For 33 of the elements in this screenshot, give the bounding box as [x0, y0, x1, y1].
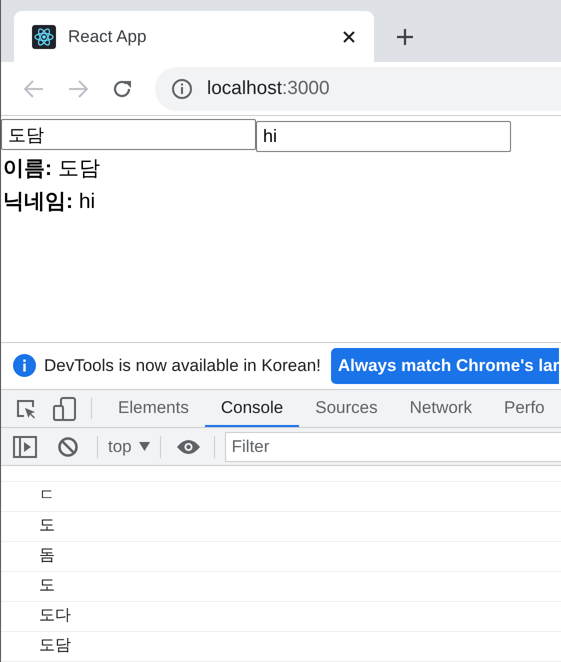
infobar-message: DevTools is now available in Korean!: [44, 355, 321, 378]
eye-icon[interactable]: [176, 438, 201, 455]
devtools-tab[interactable]: Sources: [299, 390, 394, 428]
devtools-tab[interactable]: Perfo: [488, 390, 561, 428]
caret-icon: [138, 442, 150, 452]
console-message: 도: [39, 516, 55, 536]
clear-icon[interactable]: [57, 436, 79, 458]
atom-icon: [32, 24, 56, 49]
plus-icon[interactable]: [396, 28, 414, 46]
console-message: 도담: [39, 636, 71, 656]
console-message: 돔: [39, 546, 55, 566]
url-text: localhost:3000: [207, 76, 330, 100]
sidebar-toggle-icon[interactable]: [13, 436, 37, 458]
address-bar[interactable]: localhost:3000: [155, 66, 561, 111]
devtools-tab[interactable]: Elements: [102, 390, 205, 428]
console-message: 도다: [39, 606, 71, 626]
info-icon: [13, 354, 36, 378]
output-line: 이름: 도담: [2, 156, 100, 182]
context-dropdown[interactable]: top: [108, 434, 150, 460]
device-icon[interactable]: [53, 396, 77, 421]
close-icon[interactable]: [342, 30, 356, 44]
output-line: 닉네임: hi: [2, 189, 96, 216]
text-input[interactable]: 도담: [1, 119, 256, 150]
browser-tab[interactable]: React App: [14, 11, 374, 62]
info-icon: [171, 78, 193, 100]
console-message: 도: [39, 576, 55, 596]
filter-field[interactable]: Filter: [224, 432, 561, 462]
console-message: ㄷ: [39, 486, 55, 506]
language-button[interactable]: Always match Chrome's lar: [330, 348, 560, 384]
text-input[interactable]: hi: [256, 121, 511, 152]
inspect-icon[interactable]: [15, 398, 37, 420]
devtools-tab[interactable]: Network: [394, 390, 488, 428]
tab-title: React App: [68, 26, 148, 48]
